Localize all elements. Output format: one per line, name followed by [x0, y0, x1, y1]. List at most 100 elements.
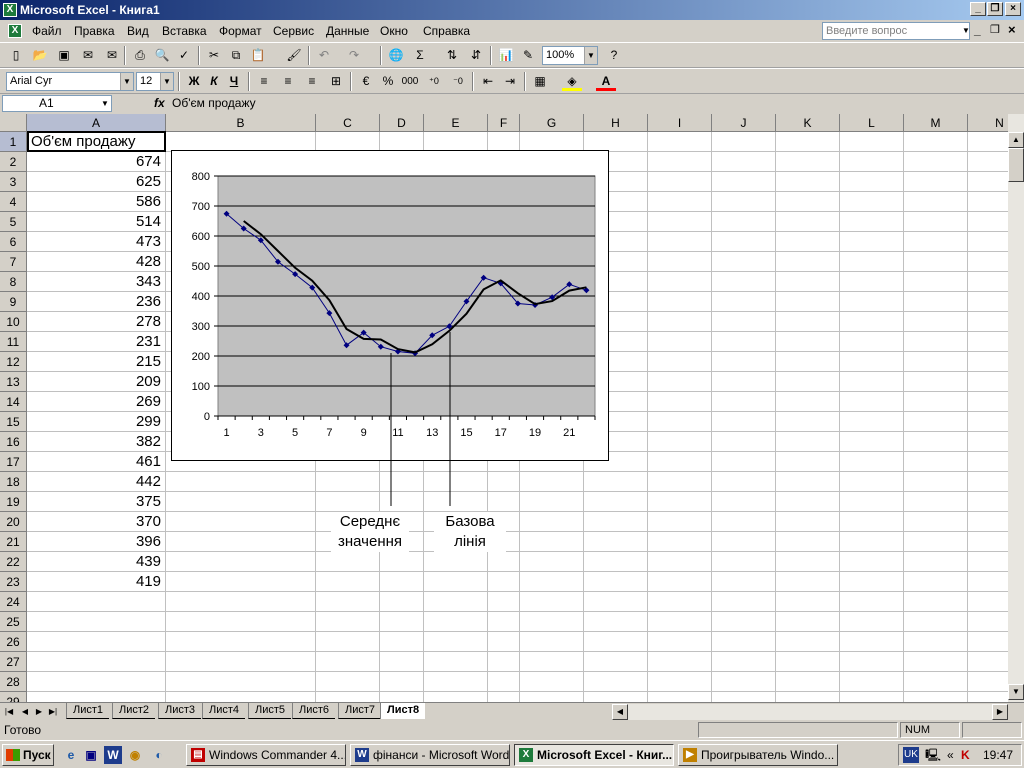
align-right-icon[interactable]: ≡: [302, 72, 322, 91]
workbook-icon[interactable]: X: [8, 24, 22, 38]
decrease-decimal-icon[interactable]: ⁻0: [448, 72, 468, 91]
font-select[interactable]: Arial Cyr ▼: [6, 72, 134, 91]
underline-button[interactable]: Ч: [224, 72, 244, 91]
close-button[interactable]: ×: [1005, 2, 1021, 16]
chevron-down-icon[interactable]: ▼: [584, 47, 597, 64]
name-box[interactable]: A1 ▼: [2, 95, 112, 112]
bold-button[interactable]: Ж: [184, 72, 204, 91]
sort-descending-icon[interactable]: ⇵: [466, 46, 486, 65]
vertical-scrollbar[interactable]: ▲ ▼: [1008, 114, 1024, 702]
prev-sheet-icon[interactable]: ◀: [18, 705, 32, 719]
insert-function-icon[interactable]: fx: [154, 96, 165, 110]
print-preview-icon[interactable]: 🔍: [152, 46, 172, 65]
doc-close-button[interactable]: ×: [1008, 22, 1016, 37]
increase-indent-icon[interactable]: ⇥: [500, 72, 520, 91]
taskbar-button[interactable]: W фінанси - Microsoft Word: [350, 744, 510, 766]
menu-insert[interactable]: Вставка: [162, 24, 207, 38]
open-icon[interactable]: 📂: [30, 46, 50, 65]
redo-icon[interactable]: ↷: [344, 46, 364, 65]
worksheet-grid[interactable]: ABCDEFGHIJKLMN 1 2 3 4 5 6 7 8 9 10 11 12 13 14 15 16 17…: [0, 114, 1008, 702]
sheet-tab[interactable]: Лист5: [248, 703, 292, 719]
chevron-down-icon[interactable]: ▼: [160, 73, 173, 90]
currency-icon[interactable]: €: [356, 72, 376, 91]
restore-button[interactable]: ❐: [987, 2, 1003, 16]
sheet-tab[interactable]: Лист3: [158, 703, 202, 719]
print-icon[interactable]: ⎙: [130, 46, 150, 65]
horizontal-scrollbar[interactable]: ◀ ▶: [612, 704, 1008, 720]
drawing-icon[interactable]: ✎: [518, 46, 538, 65]
menu-help[interactable]: Справка: [423, 24, 470, 38]
autosum-icon[interactable]: Σ: [410, 46, 430, 65]
quick-launch-icon[interactable]: ◐: [150, 746, 168, 764]
permission-icon[interactable]: ✉: [78, 46, 98, 65]
menu-view[interactable]: Вид: [127, 24, 149, 38]
network-icon[interactable]: 🖳: [925, 745, 941, 765]
new-icon[interactable]: ▯: [6, 46, 26, 65]
next-sheet-icon[interactable]: ▶: [32, 705, 46, 719]
help-icon[interactable]: ?: [604, 46, 624, 65]
sheet-tab[interactable]: Лист7: [338, 703, 382, 719]
scroll-left-icon[interactable]: ◀: [612, 704, 628, 720]
doc-minimize-button[interactable]: _: [974, 23, 981, 37]
taskbar-button[interactable]: ▤ Windows Commander 4....: [186, 744, 346, 766]
borders-icon[interactable]: ▦: [530, 72, 550, 91]
sheet-tab[interactable]: Лист8: [380, 703, 426, 719]
first-sheet-icon[interactable]: |◀: [2, 705, 16, 719]
chevron-down-icon[interactable]: ▼: [120, 73, 133, 90]
doc-restore-button[interactable]: ❐: [990, 23, 1000, 36]
increase-decimal-icon[interactable]: ⁺0: [424, 72, 444, 91]
word-icon[interactable]: W: [104, 746, 122, 764]
menu-data[interactable]: Данные: [326, 24, 369, 38]
zoom-select[interactable]: 100% ▼: [542, 46, 598, 65]
taskbar-button-active[interactable]: X Microsoft Excel - Книг...: [514, 744, 674, 766]
player-icon[interactable]: ◉: [126, 746, 144, 764]
hyperlink-icon[interactable]: 🌐: [386, 46, 406, 65]
italic-button[interactable]: К: [204, 72, 224, 91]
sheet-tab[interactable]: Лист2: [112, 703, 156, 719]
align-left-icon[interactable]: ≡: [254, 72, 274, 91]
minimize-button[interactable]: _: [970, 2, 986, 16]
sheet-tab[interactable]: Лист4: [202, 703, 246, 719]
cut-icon[interactable]: ✂: [204, 46, 224, 65]
menu-file[interactable]: Файл: [32, 24, 62, 38]
menu-format[interactable]: Формат: [219, 24, 262, 38]
scroll-up-icon[interactable]: ▲: [1008, 132, 1024, 148]
chevron-down-icon[interactable]: ▼: [99, 96, 111, 111]
excel-app-icon[interactable]: X: [3, 3, 17, 17]
merge-center-icon[interactable]: ⊞: [326, 72, 346, 91]
menu-edit[interactable]: Правка: [74, 24, 115, 38]
align-center-icon[interactable]: ≡: [278, 72, 298, 91]
spelling-icon[interactable]: ✓: [174, 46, 194, 65]
taskbar-button[interactable]: ▶ Проигрыватель Windo...: [678, 744, 838, 766]
disk-icon[interactable]: ▣: [82, 746, 100, 764]
thousands-button[interactable]: 000: [400, 72, 420, 91]
scroll-thumb[interactable]: [1008, 148, 1024, 182]
chart-wizard-icon[interactable]: 📊: [496, 46, 516, 65]
menu-window[interactable]: Окно: [380, 24, 408, 38]
antivirus-icon[interactable]: K: [961, 745, 970, 765]
chevron-left-icon[interactable]: «: [947, 745, 954, 765]
sort-ascending-icon[interactable]: ⇅: [442, 46, 462, 65]
paste-icon[interactable]: 📋: [248, 46, 268, 65]
fill-color-icon[interactable]: ◈: [562, 72, 582, 91]
menu-tools[interactable]: Сервис: [273, 24, 314, 38]
copy-icon[interactable]: ⧉: [226, 46, 246, 65]
clock[interactable]: 19:47: [983, 745, 1013, 765]
language-indicator[interactable]: UK: [903, 747, 919, 763]
decrease-indent-icon[interactable]: ⇤: [478, 72, 498, 91]
start-button[interactable]: Пуск: [2, 744, 54, 766]
scroll-right-icon[interactable]: ▶: [992, 704, 1008, 720]
undo-icon[interactable]: ↶: [314, 46, 334, 65]
sheet-tab[interactable]: Лист1: [66, 703, 110, 719]
save-icon[interactable]: ▣: [54, 46, 74, 65]
percent-button[interactable]: %: [378, 72, 398, 91]
font-color-icon[interactable]: A: [596, 72, 616, 91]
chevron-down-icon[interactable]: ▼: [962, 26, 970, 35]
format-painter-icon[interactable]: 🖌: [284, 46, 304, 65]
scroll-down-icon[interactable]: ▼: [1008, 684, 1024, 700]
font-size-select[interactable]: 12 ▼: [136, 72, 174, 91]
formula-input[interactable]: Об'єм продажу: [172, 96, 256, 110]
sheet-tab[interactable]: Лист6: [292, 703, 336, 719]
last-sheet-icon[interactable]: ▶|: [46, 705, 60, 719]
email-icon[interactable]: ✉: [102, 46, 122, 65]
